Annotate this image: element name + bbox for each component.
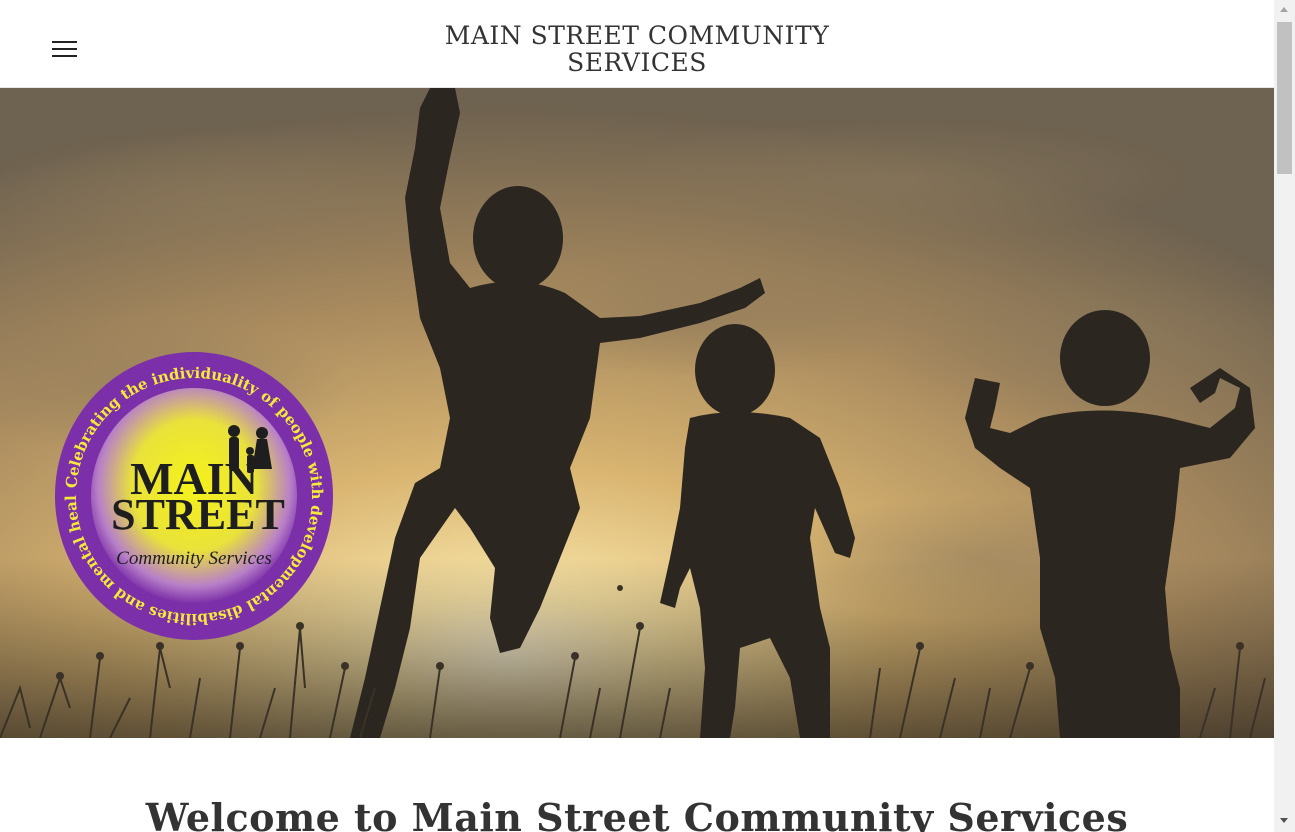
site-title-line1: MAIN STREET COMMUNITY [444,21,830,50]
logo-seal: Celebrating the individuality of people … [54,351,333,640]
logo-subtitle: Community Services [116,548,272,569]
hamburger-menu-icon[interactable] [50,38,78,62]
menu-bar [52,55,77,57]
logo-word-street: STREET [111,490,285,539]
hero-banner: Celebrating the individuality of people … [0,88,1274,738]
scroll-down-arrow-icon[interactable] [1280,818,1288,823]
site-title-line2: SERVICES [567,48,707,77]
scrollbar-thumb[interactable] [1277,22,1292,174]
menu-bar [52,48,77,50]
welcome-heading: Welcome to Main Street Community Service… [145,795,1129,832]
scroll-up-arrow-icon[interactable] [1280,7,1288,12]
site-title[interactable]: MAIN STREET COMMUNITY SERVICES [437,22,837,76]
vertical-scrollbar[interactable] [1274,0,1295,832]
main-street-logo[interactable]: Celebrating the individuality of people … [54,351,334,641]
menu-bar [52,41,77,43]
page: MAIN STREET COMMUNITY SERVICES Celebrati… [0,0,1274,832]
site-header: MAIN STREET COMMUNITY SERVICES [0,0,1274,88]
